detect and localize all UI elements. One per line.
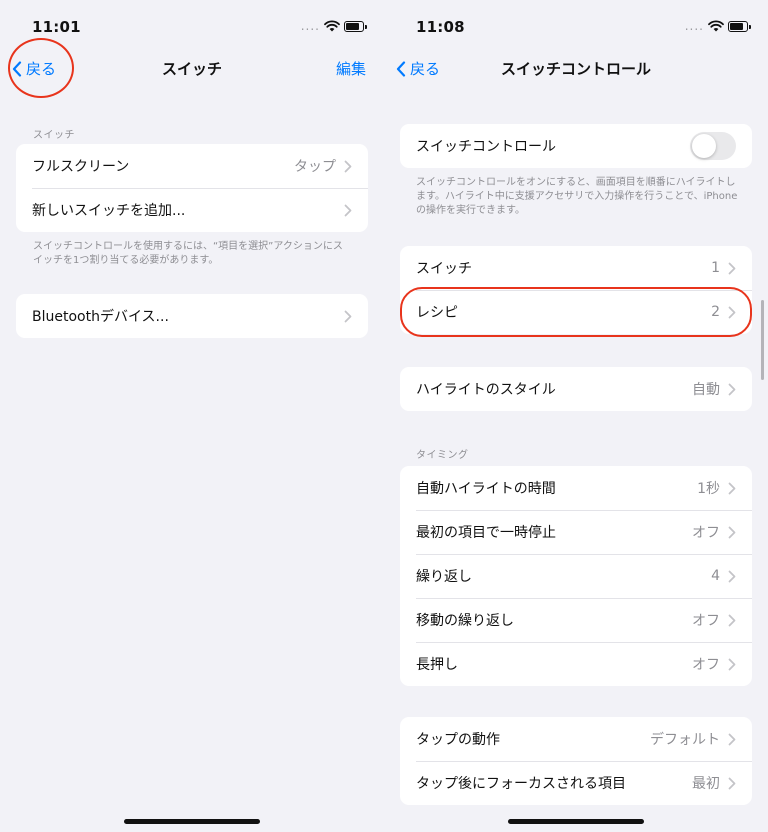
highlight-style-group: ハイライトのスタイル 自動 [400, 367, 752, 411]
row-long-press[interactable]: 長押し オフ [400, 642, 752, 686]
row-tap-behavior[interactable]: タップの動作 デフォルト [400, 717, 752, 761]
row-value: 自動 [692, 382, 720, 398]
chevron-right-icon [728, 570, 736, 582]
chevron-right-icon [728, 733, 736, 745]
chevron-right-icon [728, 482, 736, 494]
row-switch-control-toggle: スイッチコントロール [400, 124, 752, 168]
timing-group: 自動ハイライトの時間 1秒 最初の項目で一時停止 オフ 繰り返し 4 移動の繰り… [400, 466, 752, 686]
row-label: スイッチ [416, 261, 472, 277]
chevron-right-icon [728, 526, 736, 538]
toggle-knob [692, 134, 716, 158]
chevron-right-icon [728, 306, 736, 318]
row-value: 最初 [692, 776, 720, 792]
row-value: オフ [692, 525, 720, 541]
bluetooth-group: Bluetoothデバイス... [16, 294, 368, 338]
row-value: 4 [711, 568, 720, 584]
row-value: デフォルト [650, 732, 720, 748]
row-value: タップ [294, 159, 336, 175]
edit-button[interactable]: 編集 [336, 58, 366, 79]
row-label: スイッチコントロール [416, 139, 556, 155]
battery-icon [728, 20, 751, 32]
switch-control-screen: 11:08 .... 戻る スイッチコントロール スイッチコントロール スイッチ… [384, 0, 768, 832]
status-bar: 11:01 .... [0, 18, 384, 40]
row-move-repeat[interactable]: 移動の繰り返し オフ [400, 598, 752, 642]
row-fullscreen[interactable]: フルスクリーン タップ [16, 144, 368, 188]
row-value: 1秒 [697, 481, 720, 497]
chevron-right-icon [344, 204, 352, 216]
switches-footnote: スイッチコントロールを使用するには、“項目を選択”アクションにスイッチを1つ割り… [33, 241, 343, 266]
chevron-right-icon [344, 160, 352, 172]
row-switches[interactable]: スイッチ 1 [400, 246, 752, 290]
row-highlight-style[interactable]: ハイライトのスタイル 自動 [400, 367, 752, 411]
switches-screen: 11:01 .... 戻る スイッチ 編集 スイッチ フルスクリーン タップ 新… [0, 0, 384, 832]
switches-group: フルスクリーン タップ 新しいスイッチを追加... [16, 144, 368, 232]
row-value: 2 [711, 304, 720, 320]
section-header-switches: スイッチ [33, 130, 75, 141]
status-icons: .... [684, 19, 751, 33]
row-label: 繰り返し [416, 569, 472, 585]
chevron-right-icon [728, 658, 736, 670]
row-pause-on-first-item[interactable]: 最初の項目で一時停止 オフ [400, 510, 752, 554]
home-indicator [124, 819, 260, 824]
signal-dots-icon: .... [300, 19, 320, 33]
row-loops[interactable]: 繰り返し 4 [400, 554, 752, 598]
switch-control-footnote: スイッチコントロールをオンにすると、画面項目を順番にハイライトします。ハイライト… [416, 177, 738, 216]
scrollbar[interactable] [761, 300, 764, 380]
wifi-icon [324, 20, 340, 32]
status-bar: 11:08 .... [384, 18, 768, 40]
navigation-bar: 戻る スイッチ 編集 [0, 52, 384, 86]
home-indicator [508, 819, 644, 824]
row-recipes[interactable]: レシピ 2 [400, 290, 752, 334]
switches-recipes-group: スイッチ 1 レシピ 2 [400, 246, 752, 334]
row-label: 移動の繰り返し [416, 613, 514, 629]
row-add-switch[interactable]: 新しいスイッチを追加... [16, 188, 368, 232]
row-value: 1 [711, 260, 720, 276]
chevron-right-icon [728, 777, 736, 789]
page-title: スイッチコントロール [500, 60, 651, 78]
row-focused-item-after-tap[interactable]: タップ後にフォーカスされる項目 最初 [400, 761, 752, 805]
wifi-icon [708, 20, 724, 32]
battery-icon [344, 20, 367, 32]
row-label: タップの動作 [416, 732, 500, 748]
row-label: レシピ [416, 305, 458, 321]
chevron-right-icon [344, 310, 352, 322]
row-label: フルスクリーン [32, 159, 130, 175]
status-icons: .... [300, 19, 367, 33]
row-label: 長押し [416, 657, 458, 673]
row-label: 自動ハイライトの時間 [416, 481, 556, 497]
main-toggle-group: スイッチコントロール [400, 124, 752, 168]
row-value: オフ [692, 613, 720, 629]
page-title: スイッチ [161, 60, 222, 78]
section-header-timing: タイミング [416, 450, 469, 461]
row-value: オフ [692, 657, 720, 673]
row-label: 最初の項目で一時停止 [416, 525, 556, 541]
row-label: Bluetoothデバイス... [32, 309, 169, 325]
navigation-bar: 戻る スイッチコントロール [384, 52, 768, 86]
row-auto-highlight-time[interactable]: 自動ハイライトの時間 1秒 [400, 466, 752, 510]
chevron-right-icon [728, 262, 736, 274]
row-bluetooth-devices[interactable]: Bluetoothデバイス... [16, 294, 368, 338]
tap-group: タップの動作 デフォルト タップ後にフォーカスされる項目 最初 [400, 717, 752, 805]
switch-control-toggle[interactable] [690, 132, 736, 160]
status-time: 11:01 [32, 18, 81, 36]
signal-dots-icon: .... [684, 19, 704, 33]
row-label: ハイライトのスタイル [416, 382, 556, 398]
status-time: 11:08 [416, 18, 465, 36]
chevron-right-icon [728, 383, 736, 395]
row-label: 新しいスイッチを追加... [32, 203, 186, 219]
row-label: タップ後にフォーカスされる項目 [416, 776, 626, 792]
chevron-right-icon [728, 614, 736, 626]
